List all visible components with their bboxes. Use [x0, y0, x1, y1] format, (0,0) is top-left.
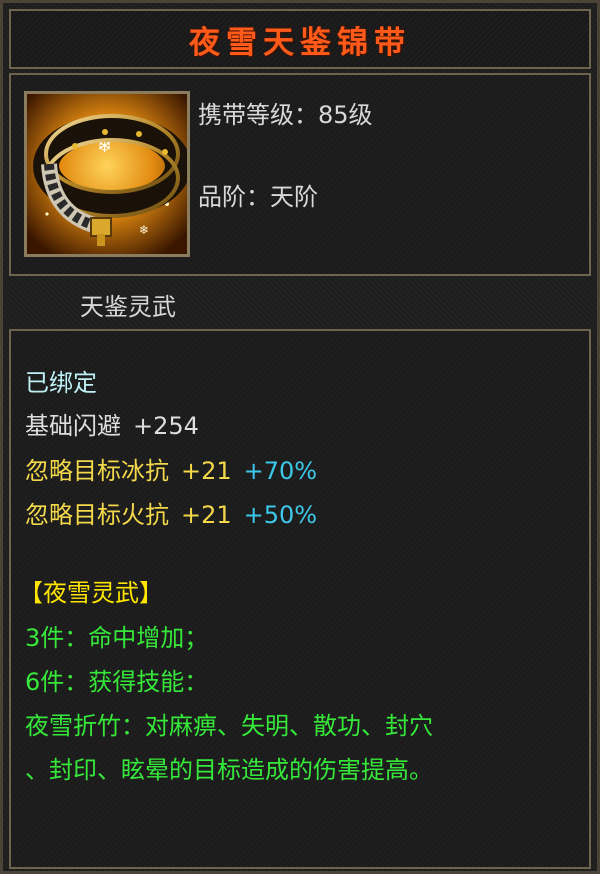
stat-ignore-ice: 忽略目标冰抗 +21 +70%	[25, 451, 317, 486]
item-icon-frame: ❄ ❄	[24, 91, 190, 257]
carry-level-label: 携带等级：	[198, 101, 318, 129]
grade-value: 天阶	[270, 183, 318, 211]
stat-bonus-pct: +50%	[243, 501, 318, 529]
set-bonus-title: 【夜雪灵武】	[19, 579, 163, 607]
set-bonus-6: 6件：获得技能：	[25, 668, 209, 696]
set-skill-line-2: 、封印、眩晕的目标造成的伤害提高。	[25, 756, 433, 784]
stat-label: 忽略目标冰抗	[25, 457, 169, 485]
title-bar: 夜雪天鉴锦带	[9, 9, 591, 69]
belt-icon: ❄ ❄	[27, 94, 187, 254]
grade: 品阶：天阶	[198, 177, 318, 212]
stat-ignore-fire: 忽略目标火抗 +21 +50%	[25, 495, 317, 530]
set-bonus-3: 3件：命中增加；	[25, 624, 209, 652]
stat-value: +21	[181, 501, 232, 529]
carry-level: 携带等级：85级	[198, 95, 373, 130]
set-skill-line-1: 夜雪折竹：对麻痹、失明、散功、封穴	[25, 712, 433, 740]
stat-value: +21	[181, 457, 232, 485]
grade-label: 品阶：	[198, 183, 270, 211]
svg-text:❄: ❄	[139, 223, 149, 237]
stat-bonus-pct: +70%	[243, 457, 318, 485]
stat-label: 忽略目标火抗	[25, 501, 169, 529]
stat-label: 基础闪避	[25, 412, 121, 440]
item-tooltip: 夜雪天鉴锦带 ❄ ❄ 携带等级：85级 品阶：天阶 天鉴灵武 已绑定 基础闪避 …	[0, 0, 600, 874]
stat-base-dodge: 基础闪避 +254	[25, 406, 199, 441]
item-info-box: ❄ ❄ 携带等级：85级 品阶：天阶	[9, 73, 591, 276]
stat-value: +254	[133, 412, 199, 440]
bound-status: 已绑定	[25, 369, 97, 397]
set-name: 天鉴灵武	[80, 293, 176, 321]
item-name: 夜雪天鉴锦带	[189, 24, 411, 61]
stats-box: 已绑定 基础闪避 +254 忽略目标冰抗 +21 +70% 忽略目标火抗 +21 +50%…	[9, 329, 591, 869]
carry-level-value: 85级	[318, 101, 373, 129]
